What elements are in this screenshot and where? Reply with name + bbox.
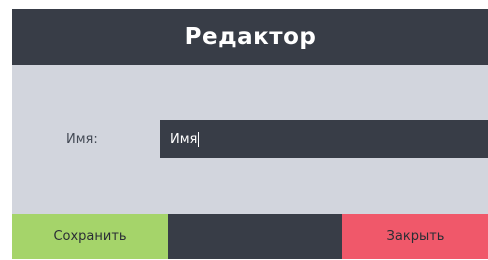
name-label: Имя: (66, 132, 98, 147)
window-title: Редактор (184, 24, 317, 50)
name-input[interactable]: Имя (160, 120, 488, 158)
title-bar: Редактор (12, 9, 488, 65)
close-button-label: Закрыть (386, 229, 445, 244)
close-button[interactable]: Закрыть (342, 214, 488, 259)
form-area: Имя: Имя (12, 65, 488, 214)
save-button[interactable]: Сохранить (12, 214, 168, 259)
editor-window: Редактор Имя: Имя Сохранить Закрыть (12, 9, 488, 259)
text-cursor (198, 131, 200, 147)
save-button-label: Сохранить (53, 229, 127, 244)
name-input-value: Имя (170, 131, 198, 147)
